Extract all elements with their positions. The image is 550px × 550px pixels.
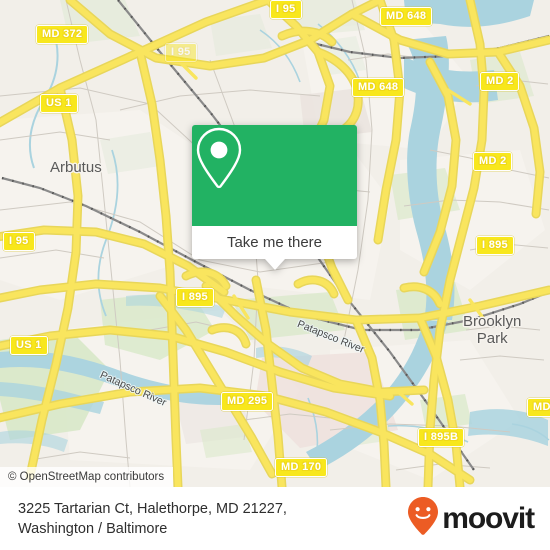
destination-callout-card[interactable]: Take me there bbox=[192, 125, 357, 270]
address-block: 3225 Tartarian Ct, Halethorpe, MD 21227,… bbox=[18, 499, 287, 539]
moovit-pin-logo bbox=[406, 496, 440, 541]
callout-pointer-tail bbox=[264, 259, 285, 270]
road-shield-md-372: MD 372 bbox=[36, 25, 89, 44]
road-shield-md-648-south: MD 648 bbox=[352, 78, 405, 97]
take-me-there-label: Take me there bbox=[226, 234, 323, 251]
address-line-2: Washington / Baltimore bbox=[18, 520, 168, 537]
road-shield-md-2-north: MD 2 bbox=[480, 72, 520, 91]
road-shield-md-2-south: MD 2 bbox=[473, 152, 513, 171]
footer-bar: 3225 Tartarian Ct, Halethorpe, MD 21227,… bbox=[0, 487, 550, 550]
road-shield-md-295: MD 295 bbox=[221, 392, 274, 411]
place-label-brooklyn-park-line1: Brooklyn bbox=[463, 313, 522, 330]
place-label-brooklyn-park-line2: Park bbox=[476, 330, 508, 347]
map-canvas[interactable]: MD 372 I 95 I 95 MD 648 MD 648 MD 2 US 1… bbox=[0, 0, 550, 487]
road-shield-i-95-faded: I 95 bbox=[165, 43, 197, 62]
road-shield-i-95-west: I 95 bbox=[3, 232, 35, 251]
take-me-there-button[interactable]: Take me there bbox=[192, 226, 357, 259]
road-shield-i-895b: I 895B bbox=[418, 428, 465, 447]
road-shield-i-95-top: I 95 bbox=[270, 0, 302, 19]
road-shield-md-edge: MD bbox=[527, 398, 550, 417]
osm-attribution[interactable]: © OpenStreetMap contributors bbox=[0, 467, 174, 487]
place-label-arbutus: Arbutus bbox=[50, 159, 102, 176]
callout-pin-area bbox=[192, 125, 357, 226]
road-shield-i-895-east: I 895 bbox=[476, 236, 514, 255]
place-label-brooklyn-park: Brooklyn Park bbox=[463, 313, 521, 347]
address-line-1: 3225 Tartarian Ct, Halethorpe, MD 21227, bbox=[18, 500, 287, 517]
moovit-wordmark: moovit bbox=[442, 501, 535, 535]
road-shield-us-1-south: US 1 bbox=[10, 336, 48, 355]
moovit-brand[interactable]: moovit bbox=[406, 496, 535, 541]
road-shield-md-170: MD 170 bbox=[275, 458, 328, 477]
screenshot-root: MD 372 I 95 I 95 MD 648 MD 648 MD 2 US 1… bbox=[0, 0, 550, 550]
road-shield-i-895-west: I 895 bbox=[176, 288, 214, 307]
road-shield-md-648-north: MD 648 bbox=[380, 7, 433, 26]
road-shield-us-1-north: US 1 bbox=[40, 94, 78, 113]
